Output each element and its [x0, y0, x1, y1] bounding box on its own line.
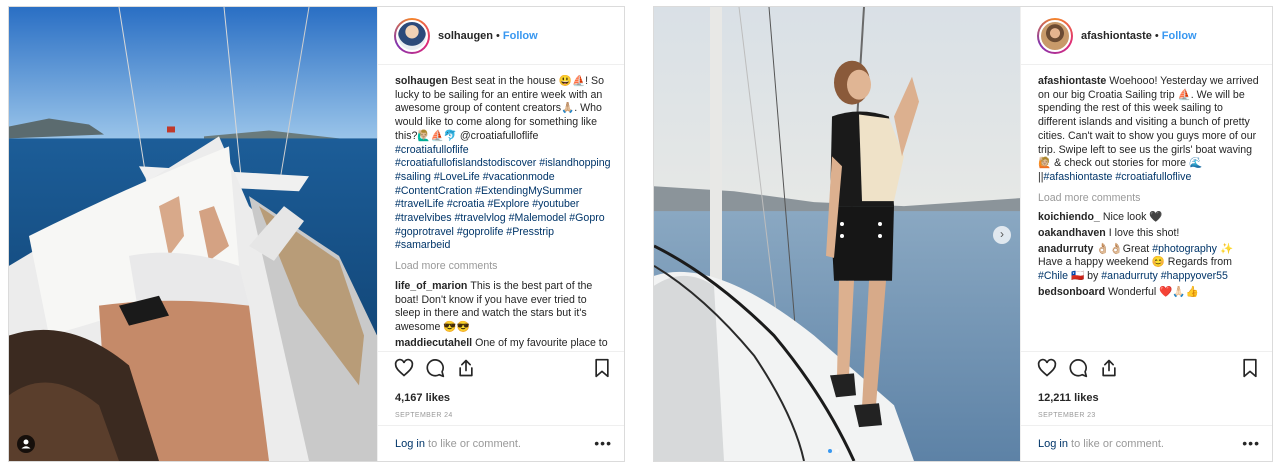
comment-item: bedsonboard Wonderful ❤️🙏🏻👍 — [1038, 286, 1260, 300]
post-header: afashiontaste • Follow — [1021, 7, 1272, 65]
comment-item: maddiecutahell One of my favourite place … — [395, 337, 612, 351]
caption-text: Woehooo! Yesterday we arrived on our big… — [1038, 75, 1259, 183]
post-side-panel: afashiontaste • Follow afashiontaste Woeh… — [1020, 7, 1272, 461]
likes-count[interactable]: 12,211 likes — [1038, 392, 1099, 404]
comment-hashtag[interactable]: #Chile — [1038, 270, 1068, 282]
comment-username[interactable]: maddiecutahell — [395, 337, 472, 349]
more-options-icon[interactable]: ••• — [1242, 435, 1260, 451]
comment-username[interactable]: oakandhaven — [1038, 227, 1106, 239]
post-afashiontaste: › afashiontaste • Follow afashiontaste Wo… — [653, 6, 1273, 462]
follow-button[interactable]: Follow — [503, 30, 538, 42]
username-link[interactable]: afashiontaste — [1081, 30, 1152, 42]
comment-username[interactable]: life_of_marion — [395, 280, 467, 292]
post-actions: 12,211 likes SEPTEMBER 23 Log in to like… — [1021, 351, 1272, 461]
avatar[interactable] — [1037, 17, 1073, 54]
comment-icon[interactable] — [1068, 358, 1088, 378]
comment-text: 🇨🇱 by — [1071, 270, 1099, 283]
caption-username[interactable]: afashiontaste — [1038, 75, 1106, 87]
post-solhaugen: solhaugen • Follow solhaugen Best seat in… — [8, 6, 625, 462]
comments-list: afashiontaste Woehooo! Yesterday we arriv… — [1038, 75, 1260, 353]
more-options-icon[interactable]: ••• — [594, 435, 612, 451]
caption-hashtags[interactable]: #croatiafulloflife #croatiafullofislands… — [395, 144, 611, 252]
comment-item: koichiendo_ Nice look 🖤 — [1038, 211, 1260, 225]
post-photo[interactable]: › — [654, 7, 1020, 461]
bookmark-icon[interactable] — [1240, 358, 1260, 378]
login-link[interactable]: Log in — [395, 438, 425, 450]
login-prompt-text: to like or comment. — [1067, 438, 1164, 450]
login-prompt: Log in to like or comment. ••• — [1021, 425, 1272, 461]
avatar[interactable] — [394, 17, 430, 54]
comment-text: One of my favourite place to — [475, 336, 608, 349]
action-icons — [394, 358, 612, 384]
post-actions: 4,167 likes SEPTEMBER 24 Log in to like … — [378, 351, 624, 461]
share-icon[interactable] — [456, 358, 476, 378]
username-link[interactable]: solhaugen — [438, 30, 493, 42]
comment-username[interactable]: anadurruty — [1038, 243, 1093, 255]
load-more-comments-button[interactable]: Load more comments — [395, 260, 612, 274]
post-header: solhaugen • Follow — [378, 7, 624, 65]
caption-username[interactable]: solhaugen — [395, 75, 448, 87]
comment-text: 👌🏼👌🏼Great — [1096, 242, 1150, 255]
post-date: SEPTEMBER 24 — [395, 412, 453, 419]
follow-button[interactable]: Follow — [1162, 30, 1197, 42]
comment-username[interactable]: koichiendo_ — [1038, 211, 1100, 223]
likes-count[interactable]: 4,167 likes — [395, 392, 450, 404]
comment-text: I love this shot! — [1108, 227, 1180, 240]
carousel-dots — [828, 449, 839, 453]
comment-icon[interactable] — [425, 358, 445, 378]
login-link[interactable]: Log in — [1038, 438, 1068, 450]
separator-dot: • — [1154, 29, 1159, 42]
comment-item: anadurruty 👌🏼👌🏼Great #photography ✨ Have … — [1038, 243, 1260, 284]
comment-username[interactable]: bedsonboard — [1038, 286, 1105, 298]
post-photo[interactable] — [9, 7, 377, 461]
comment-hashtag[interactable]: #photography — [1152, 243, 1217, 255]
login-prompt-text: to like or comment. — [424, 438, 521, 450]
login-prompt: Log in to like or comment. ••• — [378, 425, 624, 461]
user-tag-icon[interactable] — [17, 435, 35, 453]
carousel-dot — [835, 449, 839, 453]
post-date: SEPTEMBER 23 — [1038, 412, 1096, 419]
heart-icon[interactable] — [1037, 358, 1057, 378]
carousel-dot — [828, 449, 832, 453]
comment-text: Wonderful ❤️🙏🏻👍 — [1108, 285, 1199, 298]
comment-hashtag[interactable]: #anadurruty #happyover55 — [1101, 270, 1228, 282]
load-more-comments-button[interactable]: Load more comments — [1038, 192, 1260, 206]
caption: solhaugen Best seat in the house 😃⛵! So l… — [395, 75, 612, 253]
heart-icon[interactable] — [394, 358, 414, 378]
comments-list: solhaugen Best seat in the house 😃⛵! So l… — [395, 75, 612, 353]
post-side-panel: solhaugen • Follow solhaugen Best seat in… — [377, 7, 624, 461]
sailboat-selfie-photo — [9, 7, 377, 461]
woman-on-sailboat-photo — [654, 7, 1020, 461]
action-icons — [1037, 358, 1260, 384]
bookmark-icon[interactable] — [592, 358, 612, 378]
share-icon[interactable] — [1099, 358, 1119, 378]
comment-item: oakandhaven I love this shot! — [1038, 227, 1260, 241]
comment-text: Nice look 🖤 — [1102, 211, 1163, 224]
comment-item: life_of_marion This is the best part of t… — [395, 280, 612, 335]
caption-hashtags[interactable]: #afashiontaste #croatiafulloflive — [1044, 171, 1192, 183]
caption: afashiontaste Woehooo! Yesterday we arriv… — [1038, 75, 1260, 185]
separator-dot: • — [496, 29, 500, 42]
next-arrow-icon[interactable]: › — [993, 226, 1011, 244]
